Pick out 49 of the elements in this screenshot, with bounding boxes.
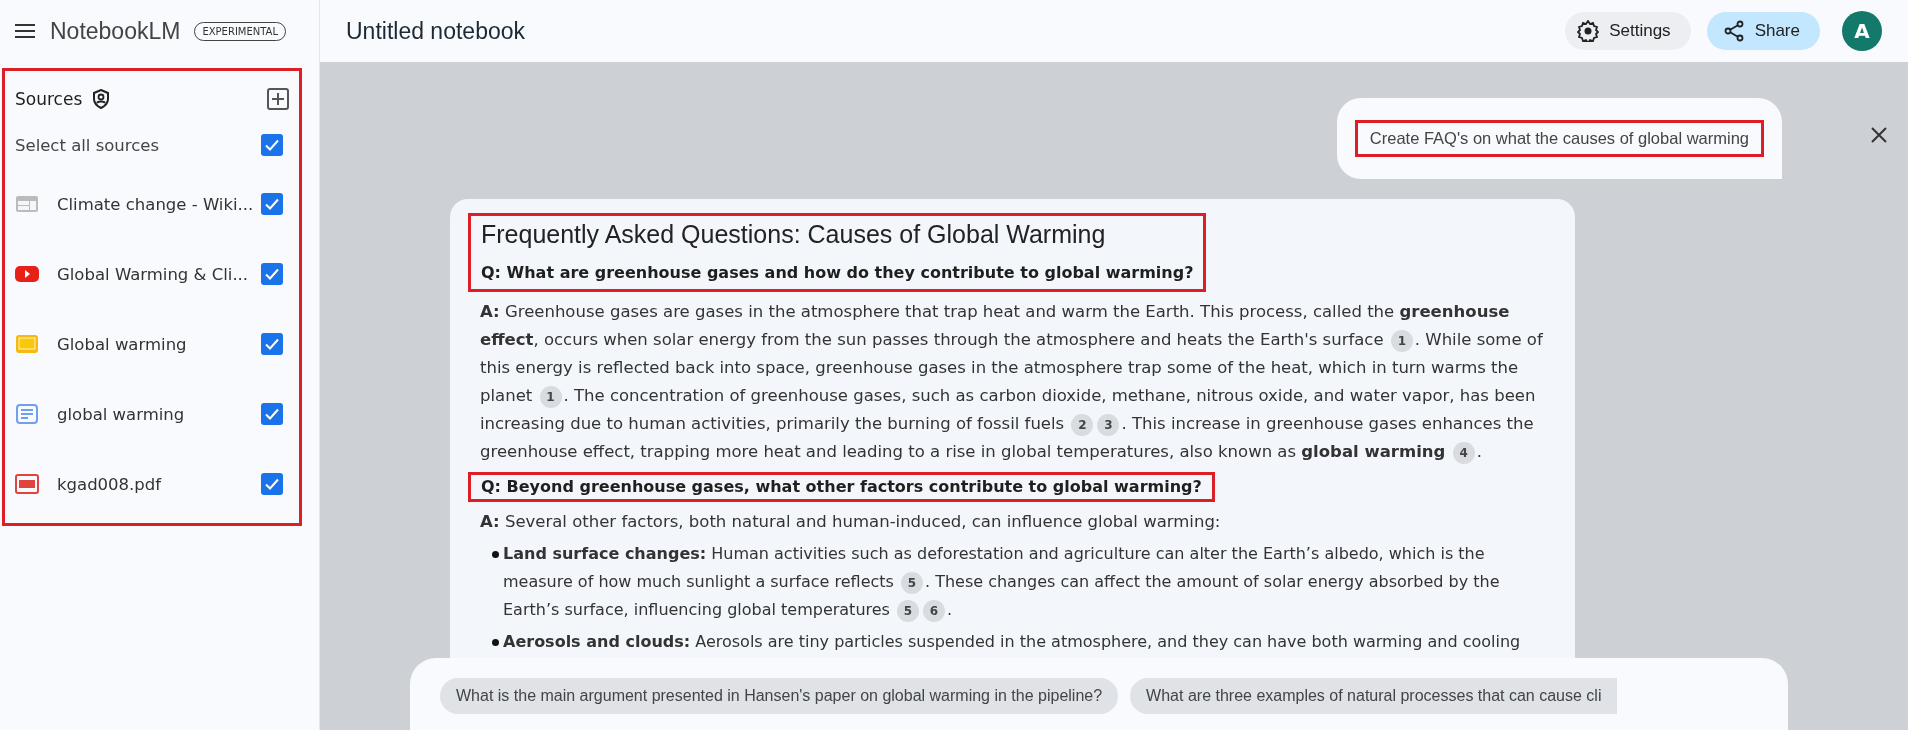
shield-icon — [92, 89, 111, 109]
suggestion-chip[interactable]: What are three examples of natural processes that can cause cli — [1130, 678, 1618, 714]
checkbox[interactable] — [261, 403, 283, 425]
video-icon — [15, 264, 39, 284]
add-source-icon[interactable] — [267, 88, 289, 110]
user-avatar[interactable]: A — [1842, 11, 1882, 51]
document-icon — [15, 404, 39, 424]
citation-chip[interactable]: 4 — [1452, 442, 1475, 464]
answer-text: A: Greenhouse gases are gases in the atmosphere that trap heat and warm the Earth. This process, called the greenhouse effect, occurs when solar energy from the sun passes through the atmosphere and heats the Earth's surface 1 . While some of this energy is reflected back into space, greenhouse gases in the atmosphere trap some of the heat, which in turn warms the planet 1 . The concentration of greenhouse gases, such as carbon dioxide, methane, nitrous oxide, and water vapor, has been increasing due to human activities, primarily the burning of fossil fuels 2 3 . This increase in greenhouse gases enhances the greenhouse effect, trapping more heat and leading to a rise in global temperatures, also known as global warming 4 . — [480, 298, 1551, 466]
citation-chip[interactable]: 5 — [901, 572, 923, 594]
question-text: Q: What are greenhouse gases and how do they contribute to global warming? — [481, 262, 1194, 284]
suggestion-chip[interactable]: What is the main argument presented in Hansen's paper on global warming in the pipeline? — [440, 678, 1119, 714]
gear-icon — [1577, 20, 1600, 42]
slides-icon — [15, 334, 39, 354]
webpage-icon — [15, 194, 39, 214]
citation-chip[interactable]: 3 — [1097, 414, 1120, 436]
citation-chip[interactable]: 1 — [1390, 330, 1413, 352]
select-all-label: Select all sources — [15, 135, 160, 155]
menu-icon[interactable] — [14, 23, 36, 39]
citation-chip[interactable]: 1 — [539, 386, 562, 408]
notebook-title[interactable]: Untitled notebook — [320, 17, 525, 45]
citation-chip[interactable]: 5 — [897, 600, 919, 622]
checkbox[interactable] — [261, 473, 283, 495]
bullet-icon — [492, 639, 499, 646]
citation-chip[interactable]: 2 — [1071, 414, 1094, 436]
source-name[interactable]: kgad008.pdf — [57, 474, 162, 494]
checkbox[interactable] — [261, 134, 283, 156]
sources-title: Sources — [15, 89, 83, 109]
close-icon[interactable] — [1870, 126, 1888, 144]
answer-text: Land surface changes: Human activities such as deforestation and agriculture can alter the Earth’s albedo, which is the measure of how much sunlight a surface reflects 5 . These changes can affect the amount of solar energy absorbed by the Earth’s surface, influencing global temperatures 5 6 . — [503, 540, 1551, 624]
share-icon — [1722, 20, 1745, 42]
answer-text: A: Several other factors, both natural and human-induced, can influence global warming: — [480, 511, 1222, 533]
citation-chip[interactable]: 6 — [923, 600, 945, 622]
source-name[interactable]: Climate change - Wiki... — [57, 194, 254, 214]
app-name: NotebookLM — [50, 17, 181, 45]
answer-text: Aerosols and clouds: Aerosols are tiny particles suspended in the atmosphere, and they can have both warming and cooling — [503, 631, 1521, 653]
response-title: Frequently Asked Questions: Causes of Global Warming — [481, 220, 1107, 249]
bullet-icon — [492, 551, 499, 558]
checkbox[interactable] — [261, 263, 283, 285]
settings-button[interactable]: Settings — [1565, 12, 1691, 50]
checkbox[interactable] — [261, 193, 283, 215]
pdf-icon — [15, 474, 39, 494]
checkbox[interactable] — [261, 333, 283, 355]
source-name[interactable]: Global warming — [57, 334, 187, 354]
source-name[interactable]: global warming — [57, 404, 185, 424]
question-text: Q: Beyond greenhouse gases, what other factors contribute to global warming? — [481, 476, 1202, 498]
user-message-text: Create FAQ's on what the causes of global warming — [1354, 120, 1764, 157]
share-button[interactable]: Share — [1706, 12, 1820, 50]
source-name[interactable]: Global Warming & Cli... — [57, 264, 249, 284]
